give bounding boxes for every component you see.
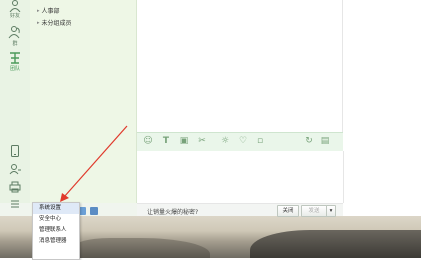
more-icon[interactable]: ▫: [255, 136, 265, 146]
chevron-right-icon: ▸: [37, 19, 40, 26]
heart-icon[interactable]: ♡: [238, 136, 248, 146]
contact-icon[interactable]: [8, 163, 22, 177]
close-button[interactable]: 关闭: [277, 205, 299, 217]
chat-input-area[interactable]: [137, 151, 344, 203]
menu-item-settings[interactable]: 系统设置: [33, 203, 79, 214]
printer-icon[interactable]: [8, 181, 22, 195]
menu-item-manage-contacts[interactable]: 管理联系人: [33, 225, 79, 236]
menu-item-message-manager[interactable]: 消息管理器: [33, 236, 79, 247]
sidebar-item-team[interactable]: 团队: [2, 65, 28, 72]
main-menu: 系统设置 安全中心 管理联系人 消息管理器: [32, 202, 80, 260]
chat-message-area: [137, 0, 343, 132]
app-icon[interactable]: [90, 207, 98, 215]
send-options-button[interactable]: ▾: [326, 205, 336, 217]
shake-icon[interactable]: ☼: [220, 136, 230, 146]
image-icon[interactable]: ▣: [179, 136, 189, 146]
team-icon[interactable]: [8, 52, 22, 66]
contact-group[interactable]: ▸ 人事部: [37, 6, 60, 16]
phone-icon[interactable]: [8, 145, 22, 159]
contact-group-label: 人事部: [41, 8, 60, 15]
history-icon[interactable]: ↻: [304, 136, 314, 146]
history-icon[interactable]: ▤: [320, 136, 330, 146]
scissors-icon[interactable]: ✂: [197, 136, 207, 146]
input-hint-text: 让销量火爆的秘密?: [147, 209, 199, 216]
text-icon[interactable]: T: [161, 136, 171, 146]
menu-item-security[interactable]: 安全中心: [33, 214, 79, 225]
emoji-icon[interactable]: ☺: [143, 136, 153, 146]
group-icon[interactable]: [8, 25, 22, 39]
send-button[interactable]: 发送: [301, 205, 327, 217]
menu-icon[interactable]: [8, 199, 22, 213]
sidebar-item-friends[interactable]: 好友: [2, 12, 28, 19]
sidebar-item-groups[interactable]: 群: [2, 40, 28, 47]
contact-group-label: 未分组成员: [41, 20, 72, 27]
wallpaper-rock: [250, 230, 421, 258]
contact-group[interactable]: ▸ 未分组成员: [37, 18, 72, 28]
contact-list: [30, 0, 137, 216]
right-panel: [343, 0, 421, 216]
chevron-right-icon: ▸: [37, 7, 40, 14]
